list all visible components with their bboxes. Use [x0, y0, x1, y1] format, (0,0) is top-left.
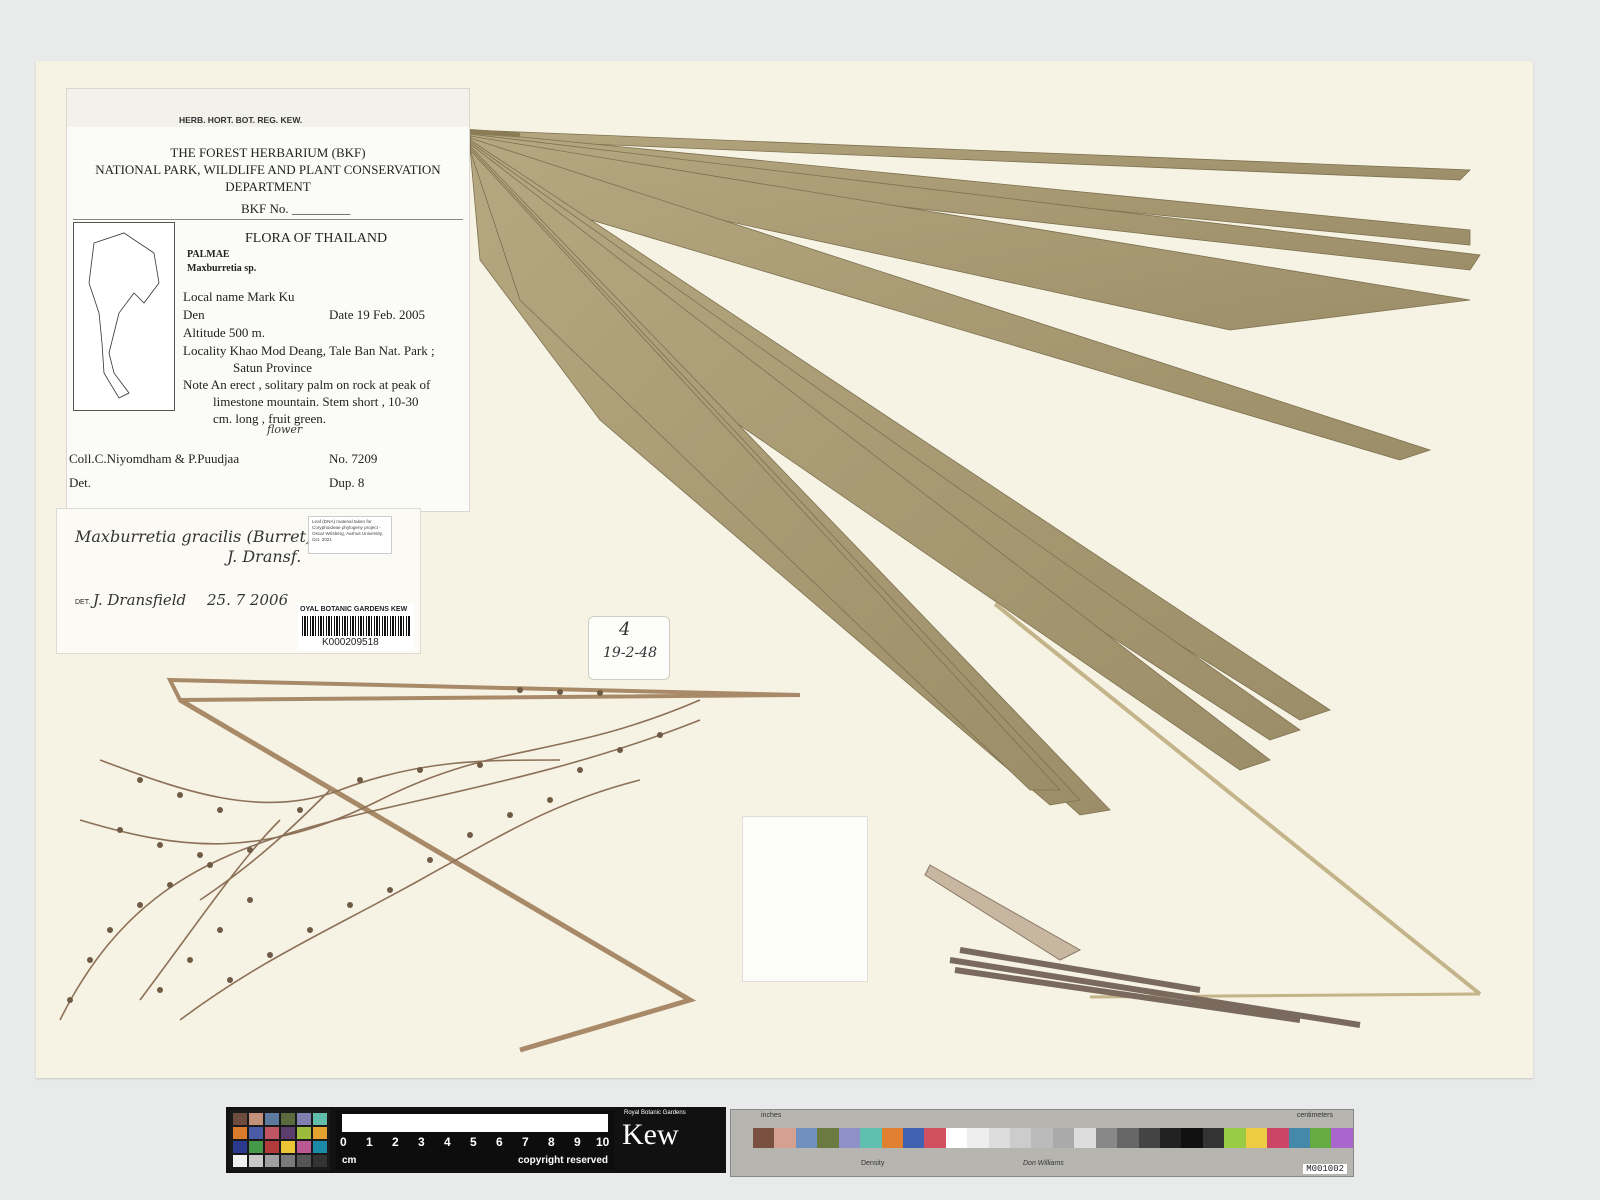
det-prefix: DET. [75, 599, 91, 606]
collection-number: No. 7209 [329, 451, 378, 466]
cal-maker: Don Williams [1023, 1160, 1064, 1167]
dna-sample-note: Leaf (DNA) material taken for Coryphoide… [308, 516, 392, 554]
kew-wordmark: Kew [622, 1118, 679, 1151]
institution-line1: THE FOREST HERBARIUM (BKF) [170, 145, 366, 160]
altitude: Altitude 500 m. [183, 325, 265, 340]
ruler-num-7: 7 [522, 1135, 529, 1149]
field-tag: 4 19-2-48 [588, 616, 670, 680]
note-line2: limestone mountain. Stem short , 10-30 [213, 394, 419, 409]
genus-name: Maxburretia sp. [187, 263, 257, 274]
cal-inches: inches [761, 1112, 782, 1119]
institution-line3: DEPARTMENT [225, 179, 311, 194]
ruler-num-5: 5 [470, 1135, 477, 1149]
locality-line1: Locality Khao Mod Deang, Tale Ban Nat. P… [183, 343, 435, 358]
cal-code: M001002 [1303, 1164, 1347, 1174]
ruler-ticks [342, 1114, 608, 1132]
barcode-bars [302, 616, 410, 636]
den-field: Den [183, 307, 205, 322]
institution-line2: NATIONAL PARK, WILDLIFE AND PLANT CONSER… [95, 162, 441, 177]
seed-packet [742, 816, 868, 982]
label-divider [73, 219, 463, 220]
collector: Coll.C.Niyomdham & P.Puudjaa [69, 451, 240, 466]
ruler-num-1: 1 [366, 1135, 373, 1149]
calibration-card: inches centimeters Density Don Williams … [730, 1109, 1354, 1177]
flora-title: FLORA OF THAILAND [245, 231, 388, 246]
ruler-num-3: 3 [418, 1135, 425, 1149]
barcode-header: OYAL BOTANIC GARDENS KEW [300, 606, 408, 613]
collection-date: Date 19 Feb. 2005 [329, 307, 426, 322]
det-by: J. Dransfield [93, 591, 187, 609]
collection-label: HERB. HORT. BOT. REG. KEW. THE FOREST HE… [66, 88, 470, 512]
barcode-number: K000209518 [322, 637, 379, 648]
ruler-num-9: 9 [574, 1135, 581, 1149]
ruler-num-8: 8 [548, 1135, 555, 1149]
color-checker [230, 1110, 330, 1170]
duplicate-count: Dup. 8 [329, 475, 365, 490]
note-correction: flower [267, 423, 303, 436]
copyright-text: copyright reserved [518, 1155, 609, 1166]
ruler-num-10: 10 [596, 1135, 610, 1149]
ruler-num-0: 0 [340, 1135, 347, 1149]
kew-logo: Royal Botanic Gardens Kew [614, 1110, 726, 1170]
ruler-num-2: 2 [392, 1135, 399, 1149]
herbarium-header: HERB. HORT. BOT. REG. KEW. [179, 115, 303, 125]
note-line1: Note An erect , solitary palm on rock at… [183, 377, 431, 392]
determination-name: Maxburretia gracilis (Burret) [75, 527, 313, 546]
ruler-num-6: 6 [496, 1135, 503, 1149]
cal-centimeters: centimeters [1296, 1112, 1333, 1119]
det-date: 25. 7 2006 [207, 591, 289, 609]
bkf-number: BKF No. _________ [241, 201, 351, 216]
barcode-label: OYAL BOTANIC GARDENS KEW K000209518 [298, 604, 414, 650]
ruler-num-4: 4 [444, 1135, 451, 1149]
cal-swatches [753, 1128, 1353, 1148]
cal-density: Density [861, 1160, 885, 1167]
ruler-unit: cm [342, 1155, 357, 1166]
locality-line2: Satun Province [233, 360, 313, 375]
kew-logo-small: Royal Botanic Gardens [624, 1110, 686, 1116]
tag-date: 19-2-48 [603, 645, 657, 661]
det-field: Det. [69, 475, 92, 490]
tag-number: 4 [619, 619, 631, 640]
family-name: PALMAE [187, 249, 230, 260]
thailand-map-icon [73, 222, 175, 411]
determination-author: J. Dransf. [227, 547, 302, 566]
local-name: Local name Mark Ku [183, 289, 295, 304]
